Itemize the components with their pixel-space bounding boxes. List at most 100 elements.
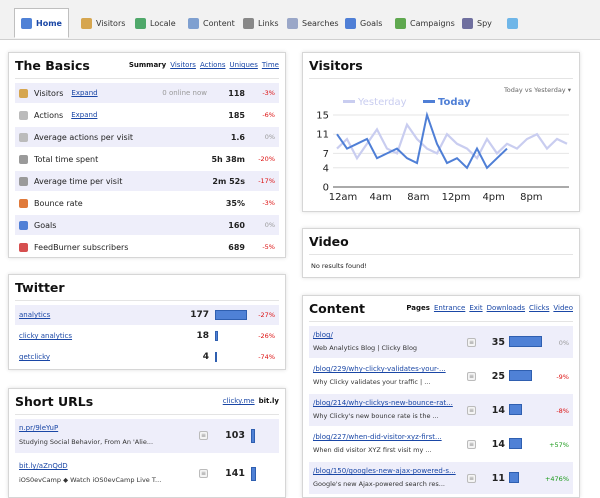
short-url-link[interactable]: bit.ly/aZnQdD [19, 462, 68, 470]
tab-label: Content [203, 19, 235, 28]
tab-links[interactable]: Links [236, 10, 286, 37]
content-bar [509, 472, 520, 483]
details-icon[interactable]: ≡ [467, 440, 476, 449]
link-exit[interactable]: Exit [469, 304, 482, 312]
metric-label: Total time spent [34, 154, 99, 164]
metric-value: 35% [225, 198, 245, 208]
legend-swatch [343, 100, 355, 103]
twitter-row: clicky analytics 18 -26% [15, 326, 279, 346]
twitter-term-link[interactable]: analytics [19, 311, 50, 319]
feedburner-icon [19, 242, 28, 252]
details-icon[interactable]: ≡ [199, 469, 208, 478]
metric-value: 160 [228, 220, 245, 230]
short-url-count: 103 [225, 430, 245, 441]
expand-link[interactable]: Expand [71, 89, 97, 97]
tab-locale[interactable]: Locale [128, 10, 183, 37]
details-icon[interactable]: ≡ [199, 431, 208, 440]
short-urls-panel: Short URLs clicky.me bit.ly n.pr/9leYuP St… [8, 388, 286, 498]
y-tick-label: 11 [316, 130, 329, 141]
short-urls-service-links: clicky.me bit.ly [223, 397, 279, 405]
link-video[interactable]: Video [553, 304, 573, 312]
details-icon[interactable]: ≡ [467, 406, 476, 415]
divider [15, 78, 279, 79]
short-url-row: n.pr/9leYuP Studying Social Behavior, Fro… [15, 419, 279, 453]
details-icon[interactable]: ≡ [467, 474, 476, 483]
metric-label: Bounce rate [34, 198, 83, 208]
divider [15, 414, 279, 415]
metric-value: 185 [228, 110, 245, 120]
content-change: +476% [544, 475, 569, 483]
link-actions[interactable]: Actions [200, 61, 226, 69]
tab-goals[interactable]: Goals [338, 10, 389, 37]
x-tick-label: 8pm [520, 192, 542, 203]
divider [15, 300, 279, 301]
link-downloads[interactable]: Downloads [487, 304, 525, 312]
link-entrance[interactable]: Entrance [434, 304, 465, 312]
tab-content[interactable]: Content [181, 10, 242, 37]
content-bar [509, 438, 523, 449]
link-clicks[interactable]: Clicks [529, 304, 549, 312]
link-time[interactable]: Time [262, 61, 279, 69]
tab-label: Spy [477, 19, 492, 28]
content-count: 35 [491, 337, 505, 348]
content-row: /blog/Web Analytics Blog | Clicky Blog ≡ 3… [309, 326, 573, 358]
content-page-link[interactable]: /blog/229/why-clicky-validates-your-... [313, 365, 446, 373]
tab-searches[interactable]: Searches [280, 10, 346, 37]
x-tick-label: 12pm [442, 192, 471, 203]
link-visitors[interactable]: Visitors [170, 61, 196, 69]
content-bar [509, 370, 533, 381]
content-page-title: When did visitor XYZ first visit my ... [313, 446, 432, 454]
expand-link[interactable]: Expand [71, 111, 97, 119]
content-row: /blog/150/googles-new-ajax-powered-s... G… [309, 462, 573, 494]
search-icon [287, 18, 298, 29]
x-tick-label: 8am [407, 192, 429, 203]
details-icon[interactable]: ≡ [467, 372, 476, 381]
y-tick-label: 7 [323, 149, 329, 160]
basics-title: The Basics [15, 58, 90, 73]
clock-icon [19, 154, 28, 164]
link-pages[interactable]: Pages [406, 304, 430, 312]
content-change: +57% [549, 441, 569, 449]
tab-home[interactable]: Home [14, 8, 69, 38]
tab-spy[interactable]: Spy [455, 10, 499, 37]
link-summary[interactable]: Summary [129, 61, 166, 69]
metric-value: 118 [228, 88, 245, 98]
twitter-term-link[interactable]: getclicky [19, 353, 50, 361]
tab-twitter[interactable] [500, 10, 525, 37]
metric-value: 5h 38m [211, 154, 245, 164]
metric-change: -5% [262, 243, 275, 251]
twitter-change: -74% [258, 353, 275, 361]
basics-row: Actions Expand 185 -6% [15, 105, 279, 125]
content-page-link[interactable]: /blog/150/googles-new-ajax-powered-s... [313, 467, 456, 475]
compare-dropdown[interactable]: Today vs Yesterday ▾ [504, 86, 571, 94]
short-url-link[interactable]: n.pr/9leYuP [19, 424, 58, 432]
link-uniques[interactable]: Uniques [230, 61, 258, 69]
twitter-row: getclicky 4 -74% [15, 347, 279, 367]
content-count: 14 [491, 405, 505, 416]
content-panel: Content Pages Entrance Exit Downloads Clicks… [302, 295, 580, 498]
metric-change: 0% [264, 221, 275, 229]
short-url-title: Studying Social Behavior, From An 'Alie.… [19, 438, 154, 446]
basics-row: Average time per visit 2m 52s -17% [15, 171, 279, 191]
content-row: /blog/229/why-clicky-validates-your-... W… [309, 360, 573, 392]
link-bit-ly[interactable]: bit.ly [259, 397, 279, 405]
details-icon[interactable]: ≡ [467, 338, 476, 347]
twitter-change: -27% [258, 311, 275, 319]
tab-campaigns[interactable]: Campaigns [388, 10, 462, 37]
content-page-link[interactable]: /blog/ [313, 331, 333, 339]
twitter-term-link[interactable]: clicky analytics [19, 332, 72, 340]
link-clicky-me[interactable]: clicky.me [223, 397, 255, 405]
spy-icon [462, 18, 473, 29]
metric-change: -20% [258, 155, 275, 163]
home-icon [21, 17, 32, 29]
x-tick-label: 4am [370, 192, 392, 203]
content-page-link[interactable]: /blog/227/when-did-visitor-xyz-first... [313, 433, 442, 441]
content-title: Content [309, 301, 365, 316]
short-url-count: 141 [225, 468, 245, 479]
metric-value: 1.6 [230, 132, 245, 142]
metric-label: Goals [34, 220, 57, 230]
tab-label: Visitors [96, 19, 126, 28]
content-page-link[interactable]: /blog/214/why-clickys-new-bounce-rat... [313, 399, 453, 407]
links-icon [243, 18, 254, 29]
tab-visitors[interactable]: Visitors [74, 10, 132, 37]
